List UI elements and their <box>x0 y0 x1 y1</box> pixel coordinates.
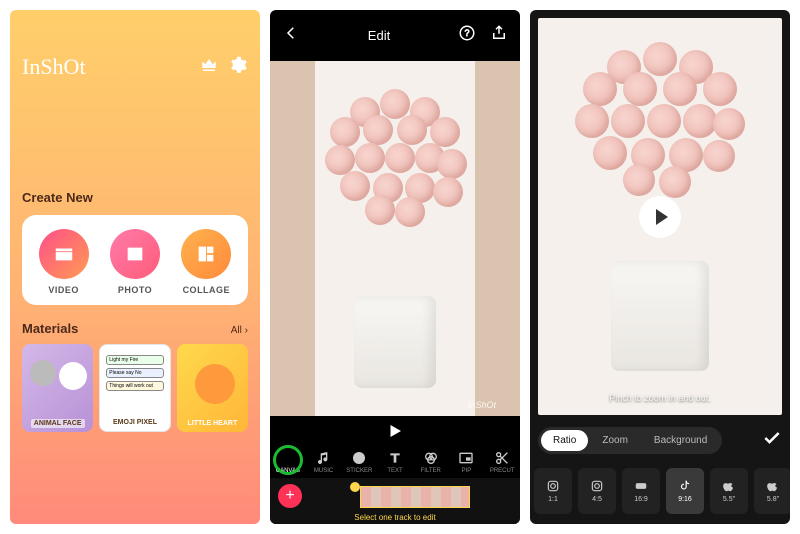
confirm-button[interactable] <box>762 428 782 453</box>
canvas-tabs: Ratio Zoom Background <box>530 423 790 458</box>
tool-sticker[interactable]: STICKER <box>343 450 375 474</box>
ratio-4-5[interactable]: 4:5 <box>578 468 616 514</box>
screen-canvas: Pinch to zoom in and out. Ratio Zoom Bac… <box>530 10 790 524</box>
tool-canvas[interactable]: CANVAS <box>272 450 304 474</box>
preview-content <box>325 89 465 219</box>
canvas-preview[interactable]: Pinch to zoom in and out. <box>538 18 782 415</box>
tool-pip[interactable]: PIP <box>451 450 483 474</box>
clapperboard-icon <box>39 229 89 279</box>
page-title: Edit <box>368 28 390 43</box>
home-header: InShOt <box>22 54 248 80</box>
create-video-button[interactable]: VIDEO <box>39 229 89 295</box>
create-collage-label: COLLAGE <box>183 285 231 295</box>
materials-title: Materials <box>22 321 78 336</box>
tab-background[interactable]: Background <box>642 430 719 451</box>
back-button[interactable] <box>282 24 300 47</box>
header-actions: ? <box>458 24 508 47</box>
ratio-5-5[interactable]: 5.5" <box>710 468 748 514</box>
instagram-icon <box>546 479 560 493</box>
material-label: ANIMAL FACE <box>31 419 85 428</box>
timeline-clip[interactable] <box>360 486 470 508</box>
create-new-card: VIDEO PHOTO COLLAGE <box>22 215 248 305</box>
material-little-heart[interactable]: LITTLE HEART <box>177 344 248 432</box>
crown-icon[interactable] <box>200 56 218 79</box>
keyframe-dot[interactable] <box>350 482 360 492</box>
screen-edit: Edit ? InShOt CANVAS MUSIC STICKER TEXT … <box>270 10 520 524</box>
add-button[interactable]: + <box>278 484 302 508</box>
watermark[interactable]: InShOt <box>468 400 496 410</box>
tab-zoom[interactable]: Zoom <box>590 430 640 451</box>
tool-filter[interactable]: FILTER <box>415 450 447 474</box>
ratio-5-8[interactable]: 5.8" <box>754 468 790 514</box>
tab-ratio[interactable]: Ratio <box>541 430 588 451</box>
timeline-hint: Select one track to edit <box>270 513 520 522</box>
edit-header: Edit ? <box>270 10 520 61</box>
gear-icon[interactable] <box>230 56 248 79</box>
help-icon[interactable]: ? <box>458 24 476 47</box>
play-button[interactable] <box>639 196 681 238</box>
preview-content <box>354 296 436 388</box>
youtube-icon <box>634 479 648 493</box>
video-preview[interactable]: InShOt <box>270 61 520 416</box>
ratio-16-9[interactable]: 16:9 <box>622 468 660 514</box>
svg-text:?: ? <box>464 28 469 38</box>
app-logo: InShOt <box>22 54 86 80</box>
material-label: LITTLE HEART <box>184 419 240 428</box>
create-new-title: Create New <box>22 190 248 205</box>
ratio-1-1[interactable]: 1:1 <box>534 468 572 514</box>
collage-icon <box>181 229 231 279</box>
materials-all-link[interactable]: All › <box>231 325 248 336</box>
highlight-ring <box>273 445 303 475</box>
pinch-hint: Pinch to zoom in and out. <box>609 393 711 403</box>
tool-music[interactable]: MUSIC <box>308 450 340 474</box>
tool-row: CANVAS MUSIC STICKER TEXT FILTER PIP PRE… <box>270 446 520 478</box>
image-icon <box>110 229 160 279</box>
preview-content <box>575 42 745 192</box>
create-photo-label: PHOTO <box>118 285 152 295</box>
material-label: EMOJI PIXEL <box>110 418 160 427</box>
preview-content <box>611 261 709 371</box>
material-animal-face[interactable]: ANIMAL FACE <box>22 344 93 432</box>
header-icons <box>200 56 248 79</box>
create-video-label: VIDEO <box>48 285 79 295</box>
instagram-icon <box>590 479 604 493</box>
material-emoji-pixel[interactable]: Light my Fire Please say No Things will … <box>99 344 170 432</box>
create-photo-button[interactable]: PHOTO <box>110 229 160 295</box>
materials-header: Materials All › <box>22 321 248 336</box>
screen-home: InShOt Create New VIDEO PHOTO COLLAGE Ma… <box>10 10 260 524</box>
apple-icon <box>766 479 780 493</box>
apple-icon <box>722 479 736 493</box>
tab-group: Ratio Zoom Background <box>538 427 722 454</box>
materials-strip[interactable]: ANIMAL FACE Light my Fire Please say No … <box>22 344 248 432</box>
timeline[interactable]: + Select one track to edit <box>270 478 520 524</box>
tool-precut[interactable]: PRECUT <box>486 450 518 474</box>
play-button[interactable] <box>270 416 520 446</box>
ratio-9-16[interactable]: 9:16 <box>666 468 704 514</box>
create-collage-button[interactable]: COLLAGE <box>181 229 231 295</box>
share-icon[interactable] <box>490 24 508 47</box>
tool-text[interactable]: TEXT <box>379 450 411 474</box>
tiktok-icon <box>678 479 692 493</box>
material-preview: Light my Fire Please say No Things will … <box>106 355 163 391</box>
ratio-options[interactable]: 1:1 4:5 16:9 9:16 5.5" 5.8" <box>530 458 790 524</box>
